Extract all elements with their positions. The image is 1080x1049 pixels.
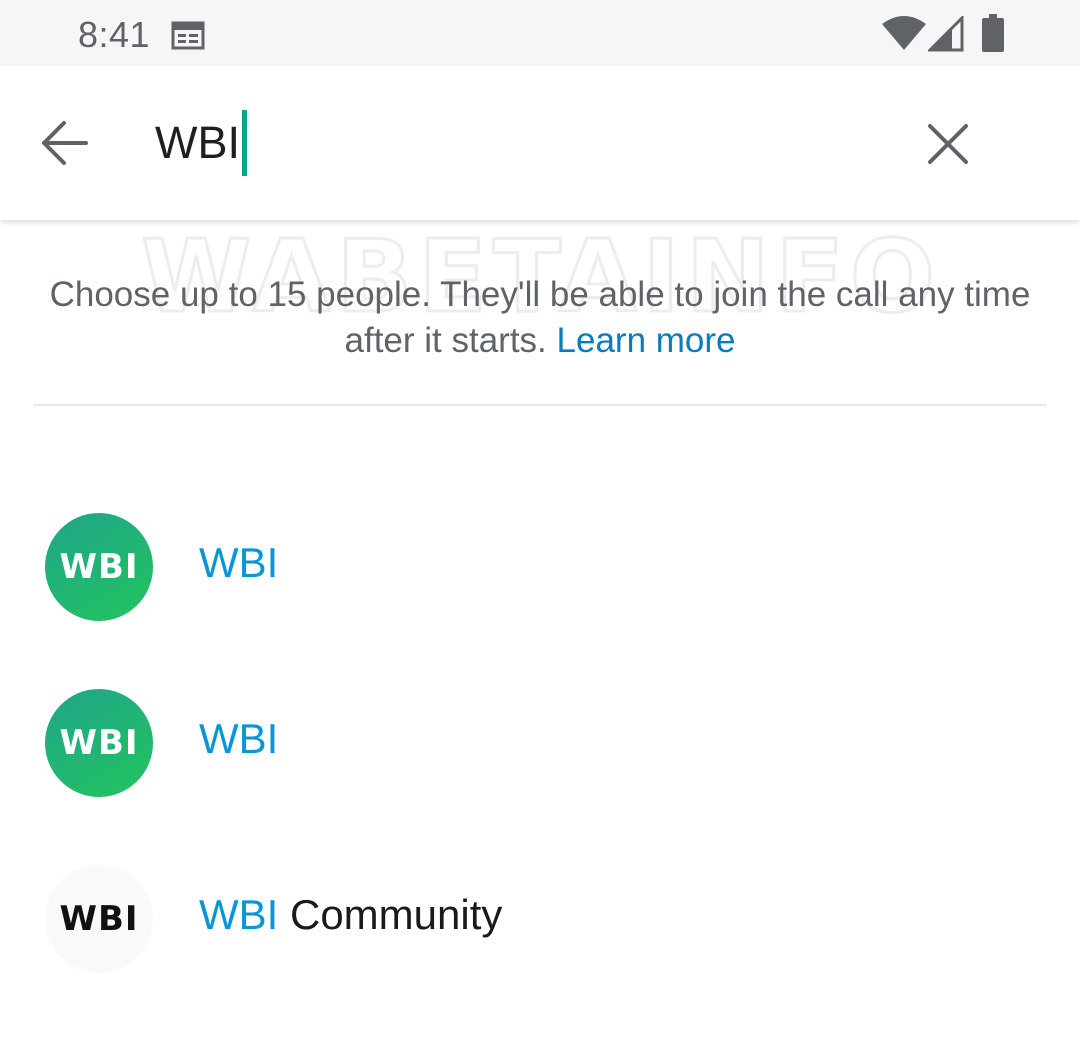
contact-name-rest: Community [278, 891, 503, 938]
contact-name: WBI Community [199, 891, 502, 939]
signal-icon [928, 16, 964, 52]
contact-name-highlight: WBI [199, 891, 279, 938]
status-bar: 8:41 [0, 0, 1080, 66]
close-icon[interactable] [922, 118, 974, 170]
arrow-left-icon[interactable] [38, 118, 92, 168]
contact-name-highlight: WBI [199, 539, 279, 586]
status-time: 8:41 [78, 14, 151, 55]
contact-row[interactable]: WBI WBI [0, 501, 1080, 631]
contact-name: WBI [199, 539, 278, 587]
avatar-logo-text: WBI [59, 547, 139, 587]
divider [33, 404, 1047, 406]
avatar-logo-text: WBI [59, 723, 139, 763]
info-text: Choose up to 15 people. They'll be able … [40, 272, 1040, 364]
search-input[interactable] [155, 110, 855, 176]
info-message: Choose up to 15 people. They'll be able … [49, 275, 1031, 360]
wifi-icon [882, 16, 926, 50]
avatar: WBI [45, 689, 153, 797]
avatar-logo-text: WBI [59, 899, 139, 939]
calendar-icon [171, 21, 205, 50]
learn-more-link[interactable]: Learn more [557, 321, 736, 360]
avatar: WBI [45, 513, 153, 621]
contact-row[interactable]: WBI WBI Community [0, 853, 1080, 983]
avatar: WBI [45, 865, 153, 973]
search-header [0, 66, 1080, 220]
contact-row[interactable]: WBI WBI [0, 677, 1080, 807]
contact-name-highlight: WBI [199, 715, 279, 762]
contact-name: WBI [199, 715, 278, 763]
battery-icon [982, 14, 1004, 52]
text-caret [242, 110, 247, 176]
